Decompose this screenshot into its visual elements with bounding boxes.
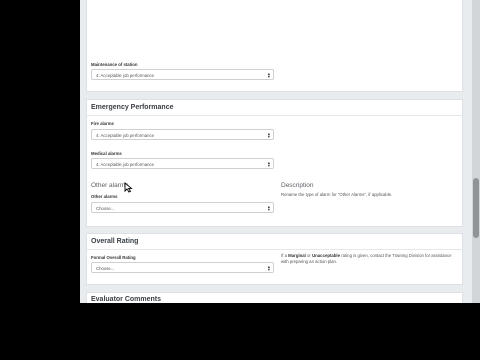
other-alarms-select-value: Choose... [96,206,115,211]
divider [87,249,462,250]
overall-rating-select-value: Choose... [96,266,115,271]
evaluator-comments-title: Evaluator Comments [91,296,162,303]
select-caret-icon: ▴ ▾ [267,159,270,168]
emergency-title: Emergency Performance [91,104,174,111]
help-marginal: Marginal [288,253,306,258]
emergency-card: Emergency Performance Fire alarms 4: Acc… [86,99,463,227]
other-alarms-heading: Other alarms [91,182,129,189]
browser-viewport: Maintenance of station 4: Acceptable job… [80,0,480,303]
medical-alarms-select[interactable]: 4: Acceptable job performance ▴ ▾ [91,158,274,169]
select-caret-icon: ▴ ▾ [267,130,270,139]
description-text: Rename the type of alarm for "Other Alar… [281,192,393,197]
select-caret-icon: ▴ ▾ [267,203,270,212]
overall-rating-select[interactable]: Choose... ▴ ▾ [91,262,274,273]
overall-rating-help: If a Marginal or Unacceptable rating is … [281,253,456,265]
page-scrollbar[interactable] [472,0,480,303]
fire-alarms-select[interactable]: 4: Acceptable job performance ▴ ▾ [91,129,274,140]
other-alarms-label: Other alarms [91,194,118,199]
fire-alarms-label: Fire alarms [91,121,114,126]
station-card: Maintenance of station 4: Acceptable job… [86,0,463,92]
fire-alarms-select-value: 4: Acceptable job performance [96,133,155,138]
help-unacceptable: Unacceptable [312,253,341,258]
medical-alarms-select-value: 4: Acceptable job performance [96,162,155,167]
evaluator-comments-card: Evaluator Comments [86,292,463,303]
select-caret-icon: ▴ ▾ [267,263,270,272]
divider [87,115,462,116]
mouse-pointer-icon [124,182,133,193]
description-heading: Description [281,182,314,189]
overall-rating-label: Formal Overall Rating [91,255,136,260]
overall-rating-card: Overall Rating Formal Overall Rating Cho… [86,233,463,285]
medical-alarms-label: Medical alarms [91,151,122,156]
select-caret-icon: ▴ ▾ [267,70,270,79]
maintenance-label: Maintenance of station [91,62,138,67]
other-alarms-select[interactable]: Choose... ▴ ▾ [91,202,274,213]
scrollbar-thumb[interactable] [473,178,479,238]
overall-rating-title: Overall Rating [91,238,139,245]
maintenance-select[interactable]: 4: Acceptable job performance ▴ ▾ [91,69,274,80]
maintenance-select-value: 4: Acceptable job performance [96,73,155,78]
